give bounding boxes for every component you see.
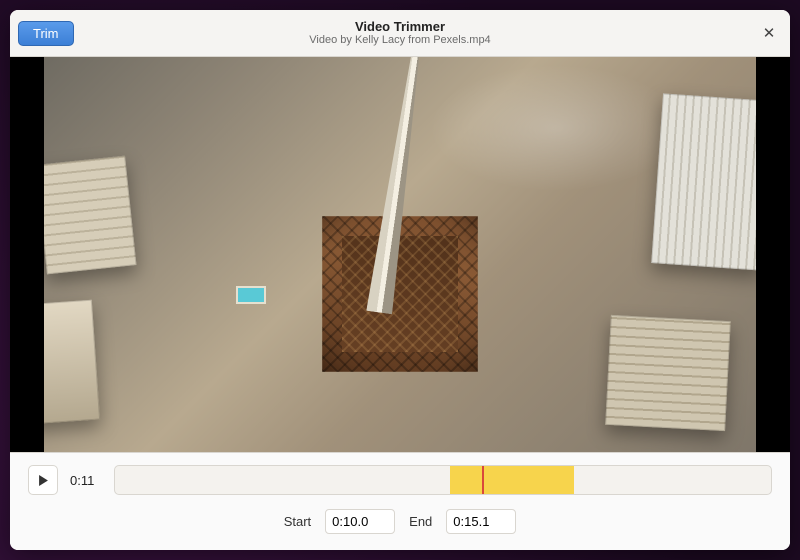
end-label: End — [409, 514, 432, 529]
app-window: Trim Video Trimmer Video by Kelly Lacy f… — [10, 10, 790, 550]
close-button[interactable]: ✕ — [756, 20, 782, 46]
trim-range-row: Start End — [28, 509, 772, 534]
app-title: Video Trimmer — [10, 19, 790, 35]
close-icon: ✕ — [763, 24, 776, 42]
controls-panel: 0:11 Start End — [10, 452, 790, 550]
end-time-input[interactable] — [446, 509, 516, 534]
video-frame-building — [605, 315, 731, 431]
video-frame-tower — [250, 144, 550, 444]
current-time: 0:11 — [70, 473, 102, 488]
letterbox — [10, 57, 44, 452]
file-name: Video by Kelly Lacy from Pexels.mp4 — [10, 34, 790, 47]
video-frame-building — [36, 155, 137, 274]
window-title-group: Video Trimmer Video by Kelly Lacy from P… — [10, 19, 790, 48]
timeline-selection[interactable] — [450, 466, 575, 494]
timeline[interactable] — [114, 465, 772, 495]
video-preview[interactable] — [10, 57, 790, 452]
start-label: Start — [284, 514, 311, 529]
titlebar: Trim Video Trimmer Video by Kelly Lacy f… — [10, 10, 790, 57]
start-time-input[interactable] — [325, 509, 395, 534]
playback-row: 0:11 — [28, 465, 772, 495]
video-frame-building — [651, 93, 773, 270]
play-button[interactable] — [28, 465, 58, 495]
play-icon — [38, 475, 49, 486]
letterbox — [756, 57, 790, 452]
trim-button[interactable]: Trim — [18, 21, 74, 46]
timeline-playhead[interactable] — [482, 466, 484, 494]
